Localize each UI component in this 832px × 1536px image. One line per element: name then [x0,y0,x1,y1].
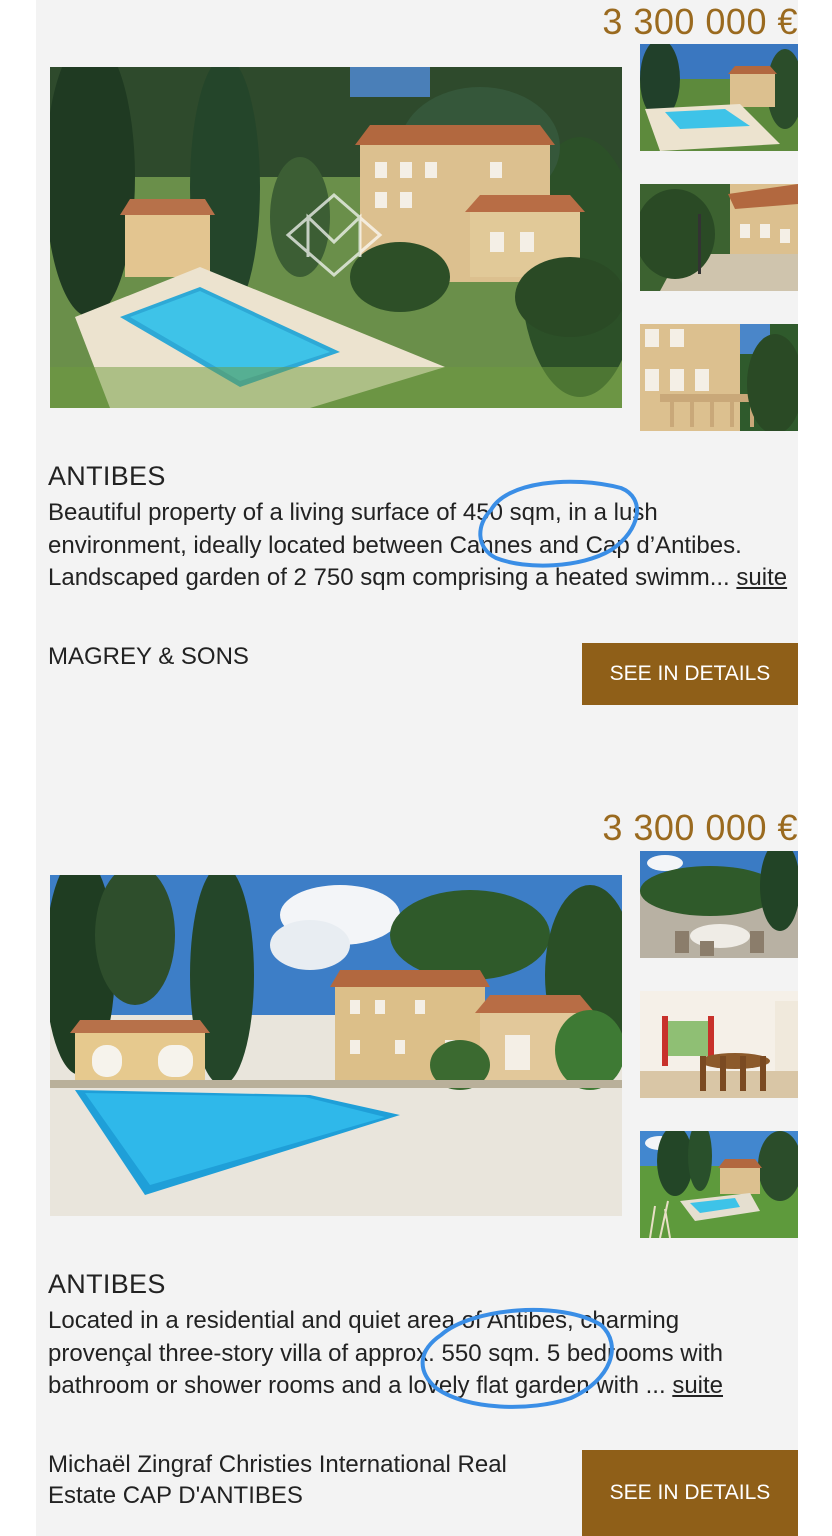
thumbnail-photo[interactable] [640,851,798,958]
more-link[interactable]: suite [672,1372,723,1399]
main-photo[interactable] [50,875,622,1216]
listing-description: Beautiful property of a living surface o… [48,497,788,595]
description-text: Located in a residential and quiet area … [48,1307,723,1399]
thumbnail-photo[interactable] [640,1131,798,1238]
listing-description: Located in a residential and quiet area … [48,1305,788,1403]
see-details-button[interactable]: SEE IN DETAILS [582,643,798,705]
see-details-button[interactable]: SEE IN DETAILS [582,1450,798,1536]
listing-location: ANTIBES [48,1269,166,1299]
more-link[interactable]: suite [736,564,787,591]
thumbnail-photo[interactable] [640,44,798,151]
thumbnail-photo[interactable] [640,324,798,431]
agency-name: Michaël Zingraf Christies International … [48,1451,507,1509]
listings-page: 3 300 000 € ANTIBES Beautiful property o… [36,0,798,1536]
main-photo[interactable] [50,67,622,408]
listing-price: 3 300 000 € [602,807,798,848]
listing-location: ANTIBES [48,461,166,491]
thumbnail-photo[interactable] [640,184,798,291]
thumbnail-photo[interactable] [640,991,798,1098]
listing-price: 3 300 000 € [602,1,798,42]
agency-name: MAGREY & SONS [48,643,249,670]
description-text: Beautiful property of a living surface o… [48,499,742,591]
